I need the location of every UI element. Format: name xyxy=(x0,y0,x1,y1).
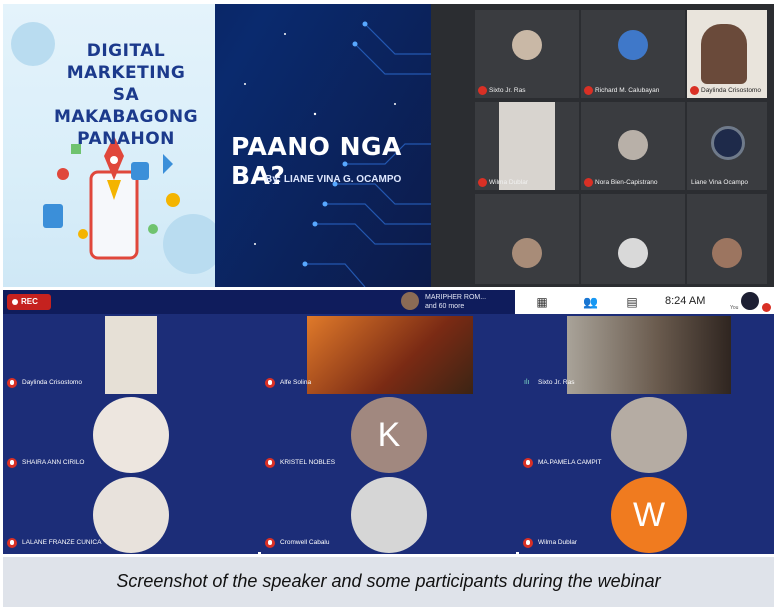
participant-avatar xyxy=(351,477,427,553)
participant-avatar xyxy=(611,397,687,473)
participant-name: Daylinda Crisostomo xyxy=(22,379,82,386)
participant-initial-avatar: K xyxy=(351,397,427,473)
participant-avatar xyxy=(711,126,745,160)
participant-tile[interactable]: Liane Vina Ocampo xyxy=(687,102,767,190)
presenter-avatar xyxy=(401,292,419,310)
participant-name: Wilma Dublar xyxy=(489,179,529,186)
presentation-slide: DIGITAL MARKETING SA MAKABAGONG PANAHON xyxy=(3,4,431,287)
participant-tile[interactable] xyxy=(687,194,767,284)
mic-off-icon xyxy=(7,378,17,388)
clock-time: 8:24 AM xyxy=(665,295,706,307)
slide-title-line: MARKETING xyxy=(66,63,186,83)
grid-layout-icon[interactable]: ▦ xyxy=(535,295,549,309)
self-avatar[interactable] xyxy=(741,292,759,310)
presenter-name: MARIPHER ROM... xyxy=(425,294,487,301)
meeting-controls: ▦ 👥 ▤ 8:24 AM You xyxy=(515,290,774,314)
participant-tile[interactable]: K KRISTEL NOBLES xyxy=(261,396,516,474)
participant-tile[interactable]: Cromwell Cabalu xyxy=(261,476,516,554)
participant-name: Sixto Jr. Ras xyxy=(538,379,575,386)
meeting-view: REC MARIPHER ROM... and 60 more ▦ 👥 ▤ 8:… xyxy=(3,290,774,554)
participant-name: Sixto Jr. Ras xyxy=(489,87,526,94)
participant-name: MA.PAMELA CAMPIT xyxy=(538,459,602,466)
participant-video xyxy=(499,102,555,190)
mic-off-icon xyxy=(523,538,533,548)
participant-tile[interactable]: Wilma Dublar xyxy=(475,102,579,190)
slide-title-line: PANAHON xyxy=(77,129,175,149)
participant-tile[interactable] xyxy=(581,194,685,284)
presenter-info: MARIPHER ROM... and 60 more xyxy=(425,293,486,311)
participants-icon[interactable]: 👥 xyxy=(583,295,598,309)
mic-off-icon xyxy=(265,378,275,388)
meeting-top-bar: REC MARIPHER ROM... and 60 more ▦ 👥 ▤ 8:… xyxy=(3,290,774,314)
participant-avatar xyxy=(512,238,542,268)
participant-name: SHAIRA ANN CIRILO xyxy=(22,459,85,466)
presenter-chip[interactable]: MARIPHER ROM... and 60 more xyxy=(401,292,513,312)
slide-title-line: DIGITAL xyxy=(86,41,166,61)
participant-tile[interactable]: Sixto Jr. Ras xyxy=(475,10,579,98)
participant-name: Alfe Solina xyxy=(280,379,312,386)
recording-label: REC xyxy=(21,297,38,306)
slide-byline: By: LIANE VINA G. OCAMPO xyxy=(265,174,402,185)
participant-video xyxy=(307,316,473,394)
speaking-icon: ılı xyxy=(524,379,530,386)
top-participant-gallery: Sixto Jr. Ras Richard M. Calubayan Dayli… xyxy=(431,4,774,287)
mic-off-icon xyxy=(7,538,17,548)
participant-tile[interactable]: W Wilma Dublar xyxy=(519,476,774,554)
participant-avatar xyxy=(618,30,648,60)
participant-tile[interactable]: ılı Sixto Jr. Ras xyxy=(519,316,774,394)
participant-tile[interactable]: Daylinda Crisostomo xyxy=(687,10,767,98)
participant-name: Wilma Dublar xyxy=(538,539,578,546)
participant-tile[interactable]: MA.PAMELA CAMPIT xyxy=(519,396,774,474)
participant-name: Daylinda Crisostomo xyxy=(701,87,761,94)
mic-off-icon xyxy=(584,86,593,95)
participant-tile[interactable]: Nora Bien-Capistrano xyxy=(581,102,685,190)
presenter-more-count: and 60 more xyxy=(425,303,465,310)
participant-name: Cromwell Cabalu xyxy=(280,539,330,546)
participant-tile[interactable]: SHAIRA ANN CIRILO xyxy=(3,396,258,474)
mic-off-icon xyxy=(265,538,275,548)
participant-name: Liane Vina Ocampo xyxy=(691,179,748,186)
participant-name: Richard M. Calubayan xyxy=(595,87,660,94)
participant-avatar xyxy=(93,397,169,473)
participant-name: KRISTEL NOBLES xyxy=(280,459,336,466)
participant-video xyxy=(105,316,157,394)
participant-initial-avatar: W xyxy=(611,477,687,553)
participant-avatar xyxy=(93,477,169,553)
participant-avatar xyxy=(512,30,542,60)
participant-tile[interactable] xyxy=(475,194,579,284)
participant-avatar xyxy=(618,130,648,160)
mic-off-icon xyxy=(7,458,17,468)
participant-avatar xyxy=(712,238,742,268)
figure-caption: Screenshot of the speaker and some parti… xyxy=(3,557,774,607)
participant-name: Nora Bien-Capistrano xyxy=(595,179,658,186)
caption-text: Screenshot of the speaker and some parti… xyxy=(116,571,661,591)
mic-off-icon xyxy=(690,86,699,95)
slide-illustration-panel: DIGITAL MARKETING SA MAKABAGONG PANAHON xyxy=(3,4,215,287)
participant-tile[interactable]: Alfe Solina xyxy=(261,316,516,394)
participant-tile[interactable]: LALANE FRANZE CUNICA xyxy=(3,476,258,554)
participant-name: LALANE FRANZE CUNICA xyxy=(22,539,102,546)
chat-icon[interactable]: ▤ xyxy=(625,295,639,309)
participant-tile[interactable]: Richard M. Calubayan xyxy=(581,10,685,98)
participant-tile[interactable]: Daylinda Crisostomo xyxy=(3,316,258,394)
mic-off-icon xyxy=(762,303,771,312)
recording-indicator[interactable]: REC xyxy=(7,294,51,310)
screenshot-frame: DIGITAL MARKETING SA MAKABAGONG PANAHON xyxy=(0,0,774,610)
participant-avatar xyxy=(618,238,648,268)
participant-video xyxy=(567,316,731,394)
mic-off-icon xyxy=(584,178,593,187)
participant-video xyxy=(701,24,747,84)
mic-off-icon xyxy=(265,458,275,468)
slide-title: DIGITAL MARKETING SA MAKABAGONG PANAHON xyxy=(41,40,211,150)
mic-off-icon xyxy=(478,86,487,95)
slide-title-line: SA MAKABAGONG xyxy=(53,85,199,127)
mic-off-icon xyxy=(478,178,487,187)
mic-off-icon xyxy=(523,458,533,468)
record-dot-icon xyxy=(12,299,18,305)
self-label: You xyxy=(730,305,739,311)
